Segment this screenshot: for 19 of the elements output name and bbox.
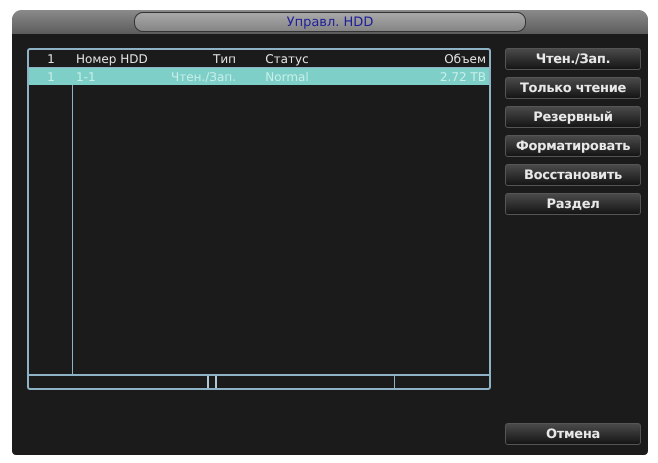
table-cell-text: 1-1 [75, 70, 97, 84]
cancel-button[interactable]: Отмена [505, 423, 641, 445]
window-title: Управл. HDD [134, 12, 526, 32]
table-cell-text: 1 [46, 70, 56, 84]
table-cell-text: 2.72 TB [438, 70, 487, 84]
table-cell-text: Normal [264, 70, 310, 84]
table-cell-text: Чтен./Зап. [170, 70, 237, 84]
action-button[interactable]: Форматировать [505, 135, 641, 157]
column-header: 1 [46, 52, 56, 66]
column-header: Объем [443, 52, 487, 66]
action-button[interactable]: Резервный [505, 106, 641, 128]
action-button[interactable]: Чтен./Зап. [505, 48, 641, 70]
action-button[interactable]: Раздел [505, 193, 641, 215]
column-header: Номер HDD [75, 52, 149, 66]
column-header: Статус [264, 52, 310, 66]
column-header: Тип [212, 52, 237, 66]
action-button[interactable]: Только чтение [505, 77, 641, 99]
horizontal-scrollbar[interactable] [29, 374, 489, 388]
action-button[interactable]: Восстановить [505, 164, 641, 186]
